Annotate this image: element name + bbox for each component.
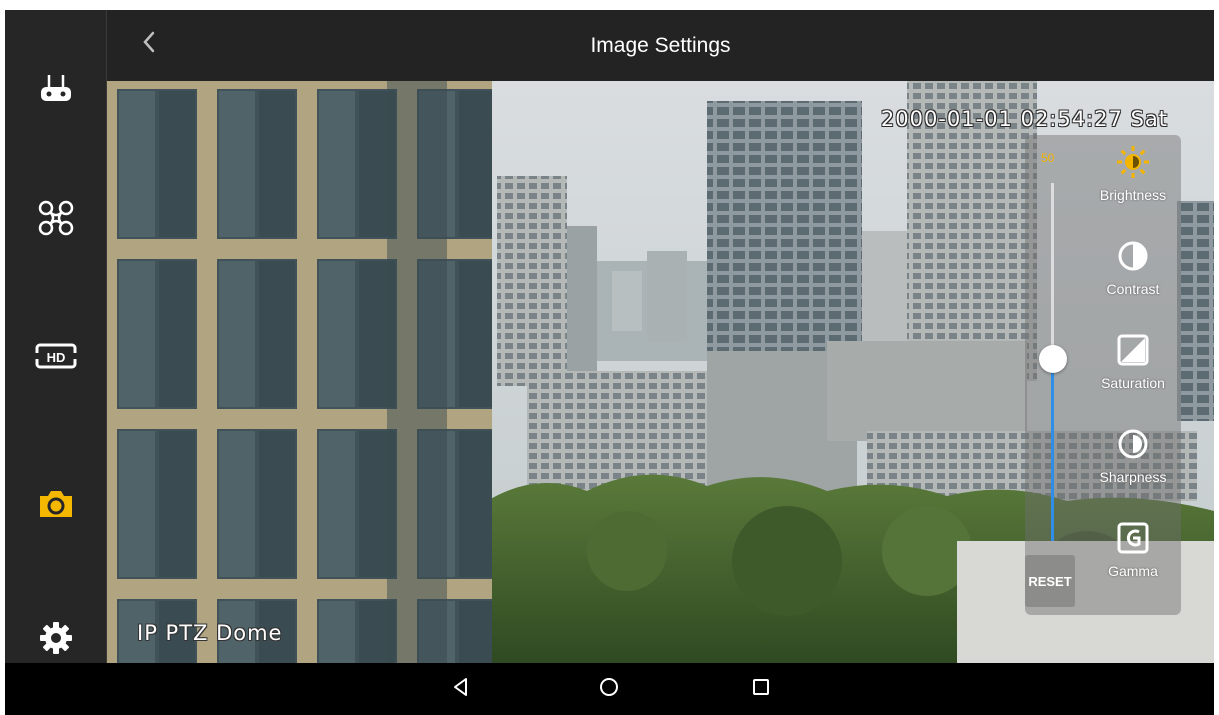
osd-timestamp: 2000-01-01 02:54:27 Sat bbox=[880, 107, 1168, 131]
option-label: Brightness bbox=[1099, 187, 1167, 203]
option-label: Sharpness bbox=[1099, 469, 1167, 485]
gamma-icon bbox=[1117, 522, 1149, 559]
nav-home-button[interactable] bbox=[589, 671, 629, 707]
drone-icon bbox=[36, 198, 76, 238]
gear-icon bbox=[38, 620, 74, 656]
page-title: Image Settings bbox=[590, 34, 731, 57]
camera-feed: 2000-01-01 02:54:27 Sat IP PTZ Dome 50 R… bbox=[107, 81, 1214, 663]
nav-back-button[interactable] bbox=[441, 671, 481, 707]
slider-track-upper bbox=[1051, 183, 1054, 357]
option-contrast[interactable]: Contrast bbox=[1085, 229, 1181, 323]
system-navigation-bar bbox=[5, 663, 1214, 715]
nav-home-icon bbox=[599, 677, 619, 702]
sharpness-icon bbox=[1117, 428, 1149, 465]
reset-button[interactable]: RESET bbox=[1025, 555, 1075, 607]
camera-icon bbox=[37, 488, 75, 520]
remote-controller-icon bbox=[39, 73, 73, 107]
option-gamma[interactable]: Gamma bbox=[1085, 511, 1181, 605]
camera-button[interactable] bbox=[5, 464, 107, 544]
nav-recents-icon bbox=[752, 678, 770, 701]
option-sharpness[interactable]: Sharpness bbox=[1085, 417, 1181, 511]
svg-text:HD: HD bbox=[47, 350, 66, 365]
option-saturation[interactable]: Saturation bbox=[1085, 323, 1181, 417]
hd-icon: HD bbox=[35, 342, 77, 370]
hd-button[interactable]: HD bbox=[5, 316, 107, 396]
option-label: Contrast bbox=[1106, 281, 1160, 297]
option-label: Saturation bbox=[1101, 375, 1165, 391]
nav-back-icon bbox=[451, 677, 471, 702]
drone-button[interactable] bbox=[5, 178, 107, 258]
slider-thumb[interactable] bbox=[1039, 345, 1067, 373]
option-brightness[interactable]: Brightness bbox=[1085, 135, 1181, 229]
option-label: Gamma bbox=[1108, 563, 1158, 579]
slider-track-filled bbox=[1051, 357, 1054, 541]
contrast-icon bbox=[1117, 240, 1149, 277]
remote-controller-button[interactable] bbox=[5, 50, 107, 130]
header-bar: Image Settings bbox=[107, 10, 1214, 81]
osd-camera-name: IP PTZ Dome bbox=[137, 621, 283, 645]
device-screen: HD Image Settings 2000-01-01 02:54:27 Sa… bbox=[5, 10, 1214, 715]
image-settings-panel: 50 RESET Brightness Contrast Saturation … bbox=[1025, 135, 1181, 615]
nav-recents-button[interactable] bbox=[741, 671, 781, 707]
slider-value-label: 50 bbox=[1041, 151, 1055, 165]
saturation-icon bbox=[1117, 334, 1149, 371]
brightness-icon bbox=[1116, 145, 1150, 184]
sidebar: HD bbox=[5, 10, 107, 663]
